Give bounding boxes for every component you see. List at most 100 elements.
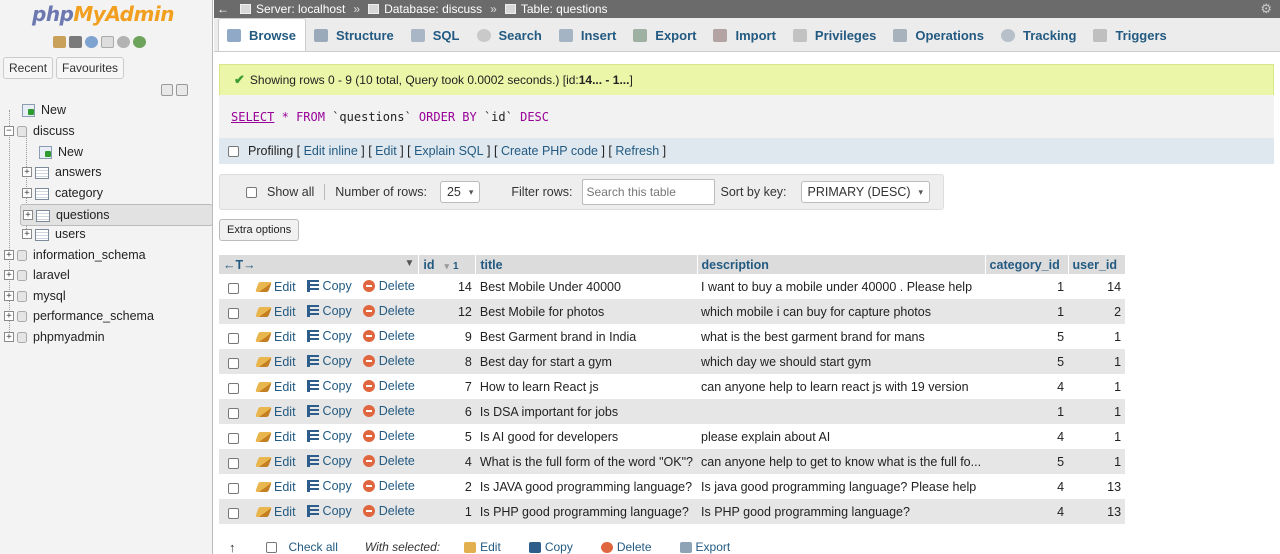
row-delete-button[interactable]: Delete bbox=[362, 404, 415, 418]
tab-structure[interactable]: Structure bbox=[306, 19, 403, 51]
expand-icon[interactable]: + bbox=[4, 291, 14, 301]
tree-db-performance-schema[interactable]: + performance_schema bbox=[4, 306, 154, 326]
tab-privileges[interactable]: Privileges bbox=[785, 19, 885, 51]
row-delete-button[interactable]: Delete bbox=[362, 454, 415, 468]
logout-icon[interactable] bbox=[69, 36, 82, 48]
settings-gear-icon[interactable]: ⚙ bbox=[1260, 1, 1272, 17]
row-checkbox[interactable] bbox=[228, 507, 239, 519]
show-all-checkbox[interactable] bbox=[246, 186, 257, 198]
column-header-description[interactable]: description bbox=[697, 255, 986, 274]
cell-title[interactable]: Is AI good for developers bbox=[475, 424, 697, 449]
cell-id[interactable]: 5 bbox=[418, 424, 476, 449]
cell-title[interactable]: Best Mobile for photos bbox=[475, 299, 697, 324]
cell-user-id[interactable]: 1 bbox=[1068, 449, 1126, 474]
tree-item-discuss-new[interactable]: New bbox=[38, 142, 83, 162]
cell-user-id[interactable]: 2 bbox=[1068, 299, 1126, 324]
cell-id[interactable]: 6 bbox=[418, 399, 476, 424]
cell-category-id[interactable]: 5 bbox=[985, 449, 1069, 474]
row-copy-button[interactable]: Copy bbox=[306, 354, 352, 368]
bulk-copy-button[interactable]: Copy bbox=[545, 540, 573, 554]
filter-rows-input[interactable]: Search this table bbox=[581, 179, 715, 205]
row-checkbox[interactable] bbox=[228, 407, 239, 419]
row-checkbox[interactable] bbox=[228, 332, 239, 344]
tab-search[interactable]: Search bbox=[469, 19, 551, 51]
expand-icon[interactable]: + bbox=[4, 270, 14, 280]
row-delete-button[interactable]: Delete bbox=[362, 504, 415, 518]
cell-user-id[interactable]: 13 bbox=[1068, 499, 1126, 524]
row-copy-button[interactable]: Copy bbox=[306, 404, 352, 418]
gear-icon[interactable] bbox=[117, 36, 130, 48]
row-checkbox[interactable] bbox=[228, 482, 239, 494]
cell-id[interactable]: 12 bbox=[418, 299, 476, 324]
tree-table-answers[interactable]: + answers bbox=[22, 162, 102, 182]
tree-table-category[interactable]: + category bbox=[22, 183, 103, 203]
help-icon[interactable] bbox=[85, 36, 98, 48]
cell-category-id[interactable]: 1 bbox=[985, 399, 1069, 424]
cell-description[interactable]: what is the best garment brand for mans bbox=[697, 324, 986, 349]
expand-icon[interactable]: + bbox=[22, 167, 32, 177]
cell-category-id[interactable]: 4 bbox=[985, 499, 1069, 524]
cell-id[interactable]: 2 bbox=[418, 474, 476, 499]
row-copy-button[interactable]: Copy bbox=[306, 379, 352, 393]
tab-export[interactable]: Export bbox=[625, 19, 705, 51]
recent-tab[interactable]: Recent bbox=[3, 57, 54, 79]
tab-import[interactable]: Import bbox=[705, 19, 784, 51]
tree-db-phpmyadmin[interactable]: + phpmyadmin bbox=[4, 327, 105, 347]
cell-user-id[interactable]: 1 bbox=[1068, 324, 1126, 349]
row-delete-button[interactable]: Delete bbox=[362, 429, 415, 443]
cell-title[interactable]: Best Garment brand in India bbox=[475, 324, 697, 349]
expand-icon[interactable]: + bbox=[22, 229, 32, 239]
column-header-category-id[interactable]: category_id bbox=[985, 255, 1069, 274]
row-checkbox[interactable] bbox=[228, 307, 239, 319]
cell-user-id[interactable]: 14 bbox=[1068, 274, 1126, 299]
refresh-link[interactable]: Refresh bbox=[615, 144, 659, 158]
row-edit-button[interactable]: Edit bbox=[255, 430, 296, 444]
row-edit-button[interactable]: Edit bbox=[255, 455, 296, 469]
cell-description[interactable]: Is PHP good programming language? bbox=[697, 499, 986, 524]
row-edit-button[interactable]: Edit bbox=[255, 505, 296, 519]
tab-browse[interactable]: Browse bbox=[218, 18, 306, 51]
tree-db-information-schema[interactable]: + information_schema bbox=[4, 245, 146, 265]
cell-description[interactable]: I want to buy a mobile under 40000 . Ple… bbox=[697, 274, 986, 299]
cell-title[interactable]: What is the full form of the word "OK"? bbox=[475, 449, 697, 474]
check-all-checkbox[interactable] bbox=[265, 541, 277, 553]
home-icon[interactable] bbox=[53, 36, 66, 48]
cell-description[interactable]: please explain about AI bbox=[697, 424, 986, 449]
phpmyadmin-logo[interactable]: phpMyAdmin bbox=[32, 2, 174, 26]
cell-title[interactable]: Is DSA important for jobs bbox=[475, 399, 697, 424]
row-checkbox[interactable] bbox=[228, 357, 239, 369]
cell-title[interactable]: Best day for start a gym bbox=[475, 349, 697, 374]
bulk-delete-button[interactable]: Delete bbox=[617, 540, 652, 554]
column-header-id[interactable]: id ▾ 1 bbox=[418, 255, 477, 274]
row-edit-button[interactable]: Edit bbox=[255, 380, 296, 394]
expand-icon[interactable]: + bbox=[22, 188, 32, 198]
cell-description[interactable]: can anyone help to get to know what is t… bbox=[697, 449, 986, 474]
row-edit-button[interactable]: Edit bbox=[255, 330, 296, 344]
tree-table-questions[interactable]: + questions bbox=[20, 204, 212, 226]
row-checkbox[interactable] bbox=[228, 282, 239, 294]
reload-icon[interactable] bbox=[133, 36, 146, 48]
expand-icon[interactable]: + bbox=[4, 311, 14, 321]
tree-db-mysql[interactable]: + mysql bbox=[4, 286, 66, 306]
row-checkbox[interactable] bbox=[228, 457, 239, 469]
cell-category-id[interactable]: 5 bbox=[985, 349, 1069, 374]
tab-triggers[interactable]: Triggers bbox=[1085, 19, 1175, 51]
row-delete-button[interactable]: Delete bbox=[362, 279, 415, 293]
column-arrows-header[interactable]: ←T→ ▼ bbox=[219, 255, 420, 274]
expand-icon[interactable]: + bbox=[4, 250, 14, 260]
row-delete-button[interactable]: Delete bbox=[362, 304, 415, 318]
favourites-tab[interactable]: Favourites bbox=[56, 57, 125, 79]
extra-options-button[interactable]: Extra options bbox=[219, 219, 300, 241]
tab-tracking[interactable]: Tracking bbox=[993, 19, 1085, 51]
sql-keyword-select[interactable]: SELECT bbox=[231, 110, 274, 124]
row-copy-button[interactable]: Copy bbox=[306, 279, 352, 293]
row-copy-button[interactable]: Copy bbox=[306, 479, 352, 493]
cell-id[interactable]: 14 bbox=[418, 274, 476, 299]
tree-db-laravel[interactable]: + laravel bbox=[4, 265, 70, 285]
tree-table-users[interactable]: + users bbox=[22, 224, 86, 244]
row-edit-button[interactable]: Edit bbox=[255, 305, 296, 319]
tab-insert[interactable]: Insert bbox=[551, 19, 625, 51]
column-header-title[interactable]: title bbox=[475, 255, 698, 274]
row-edit-button[interactable]: Edit bbox=[255, 405, 296, 419]
cell-description[interactable] bbox=[697, 399, 986, 424]
